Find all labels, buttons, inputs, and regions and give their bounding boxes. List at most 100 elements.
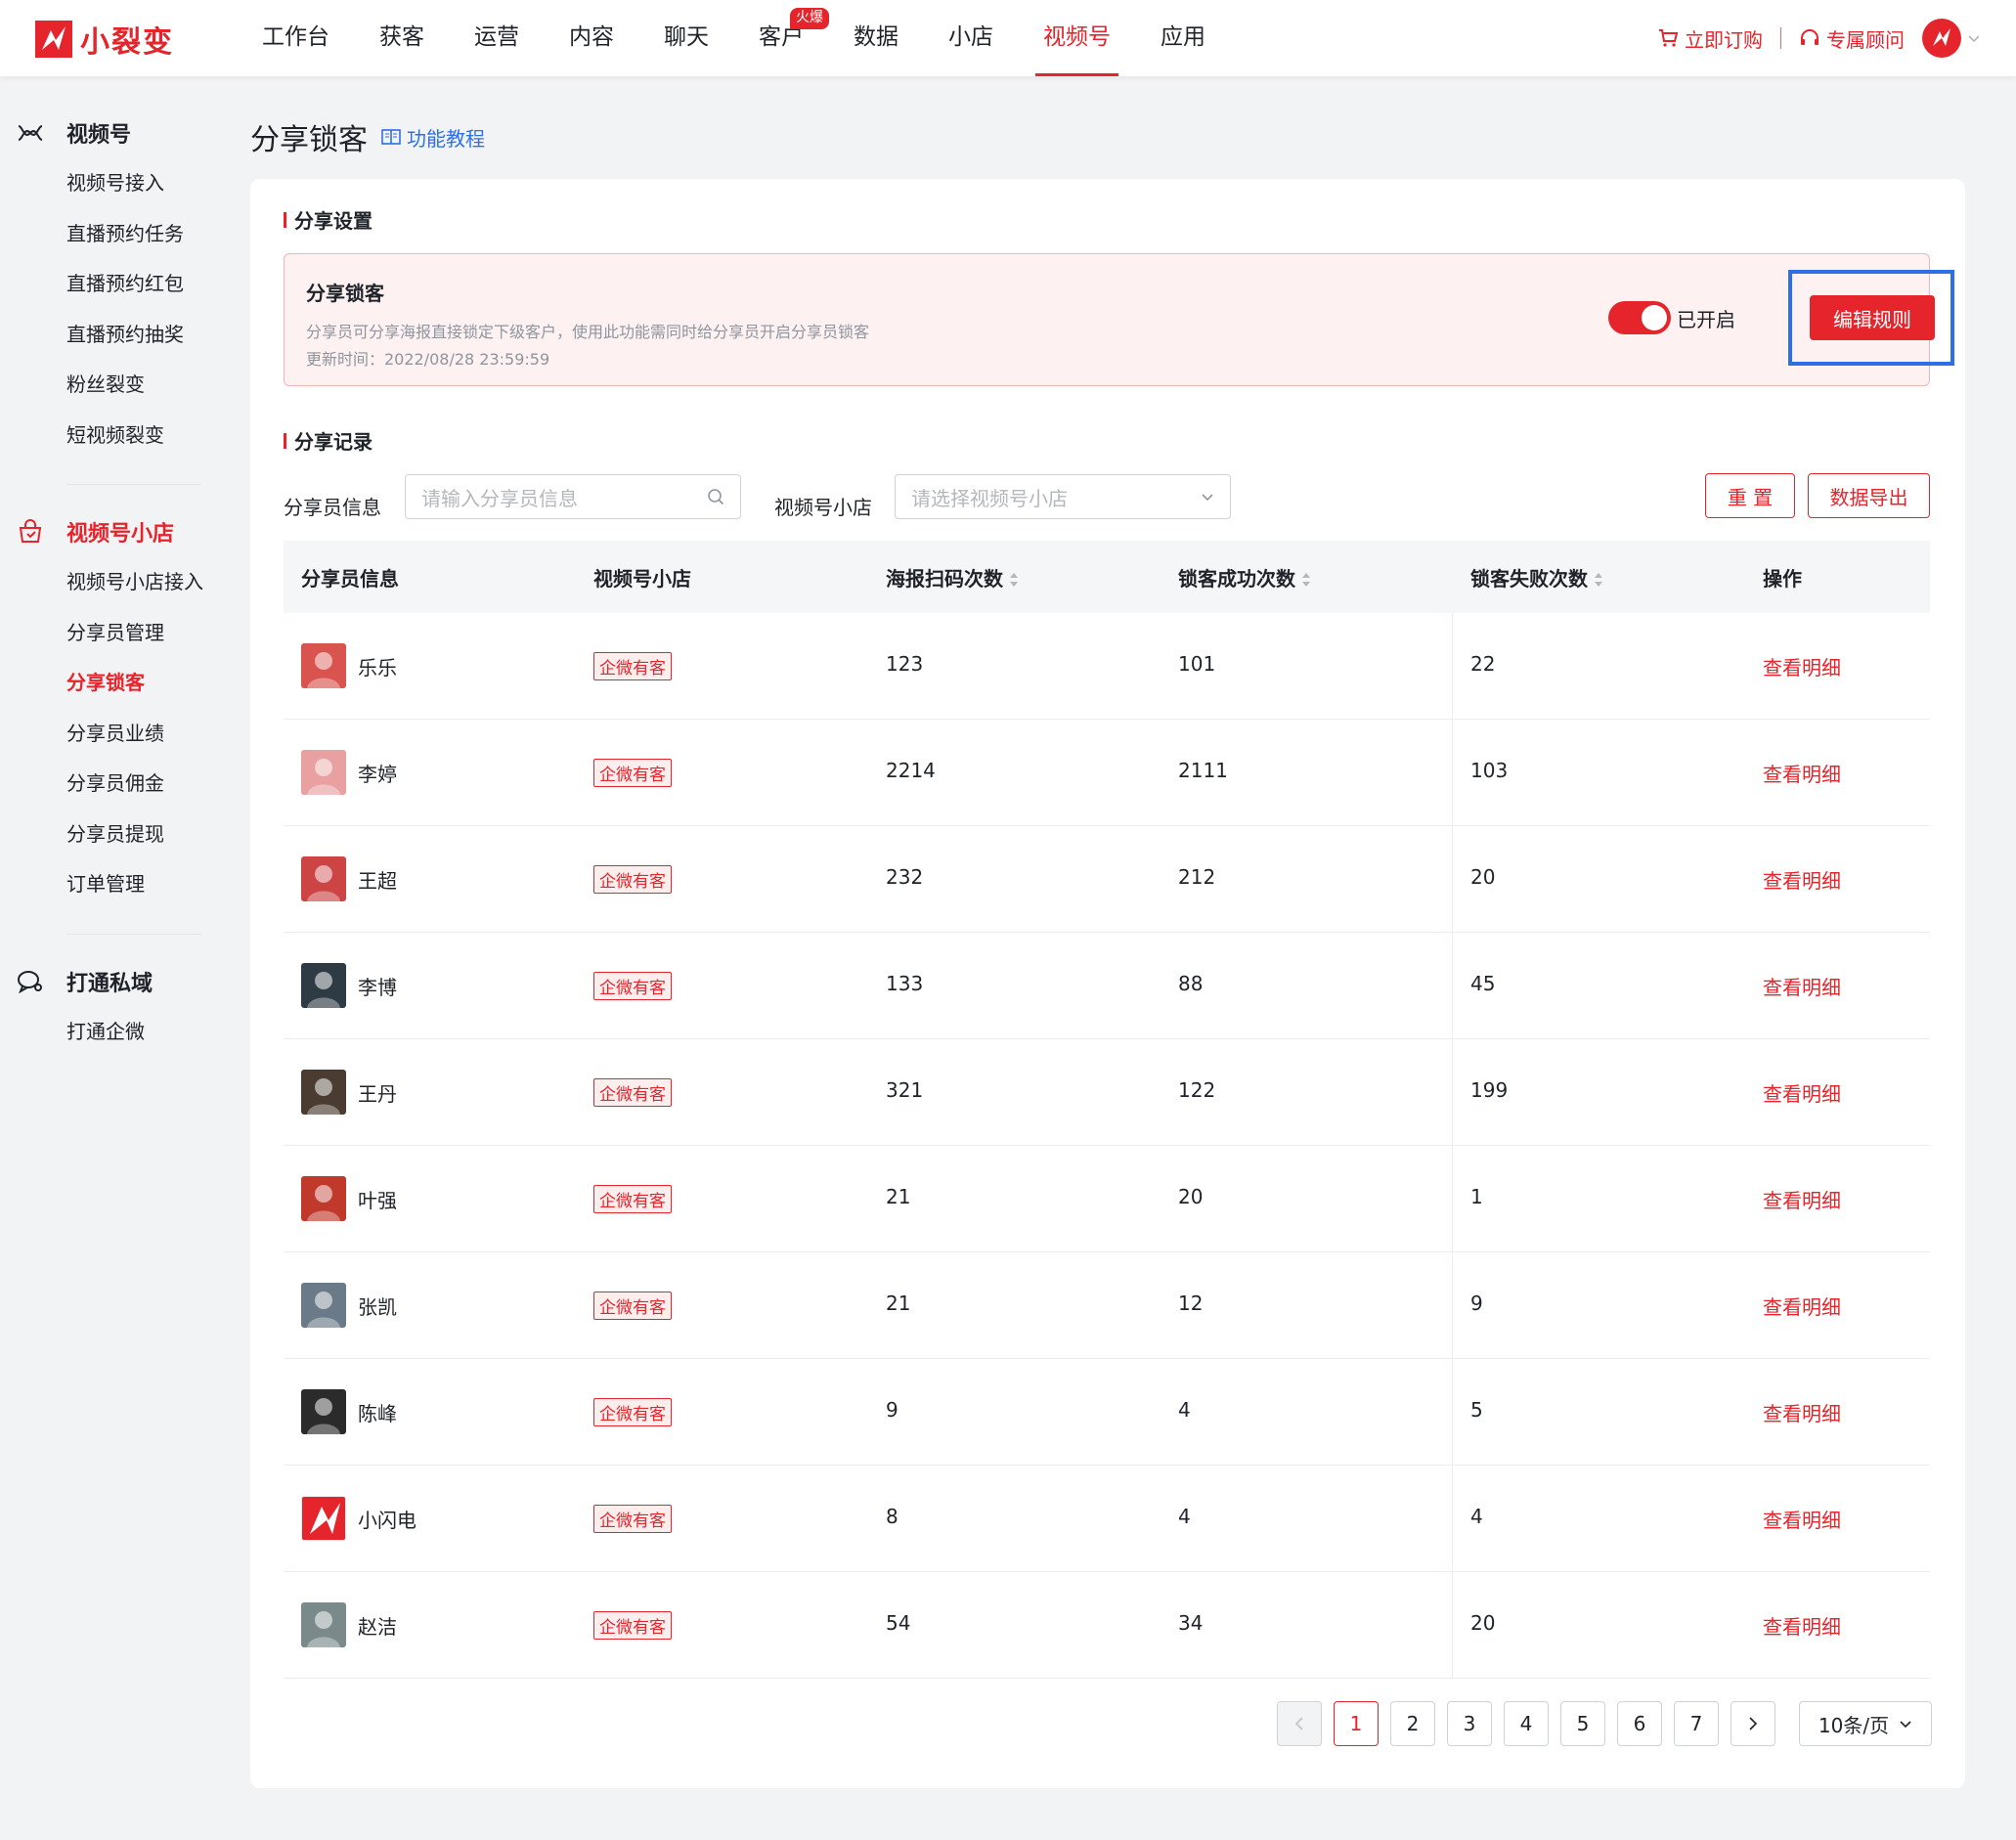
success-count: 2111 xyxy=(1178,759,1228,782)
sidebar-group-header[interactable]: 视频号 xyxy=(0,108,225,158)
sidebar-item[interactable]: 打通企微 xyxy=(0,1007,225,1058)
consultant-label: 专属顾问 xyxy=(1826,27,1905,52)
view-detail-link[interactable]: 查看明细 xyxy=(1763,1292,1841,1320)
user-menu[interactable] xyxy=(1922,19,1981,58)
buy-now-link[interactable]: 立即订购 xyxy=(1657,24,1763,53)
col-fail[interactable]: 锁客失败次数 xyxy=(1470,563,1603,591)
table-row: 李博 企微有客 133 88 45 查看明细 xyxy=(284,933,1930,1039)
export-button[interactable]: 数据导出 xyxy=(1808,473,1930,518)
sharer-name: 王超 xyxy=(358,868,397,893)
share-lock-updated-time: 更新时间：2022/08/28 23:59:59 xyxy=(306,350,550,369)
sidebar-group-header[interactable]: 视频号小店 xyxy=(0,506,225,557)
view-detail-link[interactable]: 查看明细 xyxy=(1763,1398,1841,1426)
sidebar-item[interactable]: 分享员佣金 xyxy=(0,759,225,810)
sort-icon[interactable] xyxy=(1301,572,1311,588)
sidebar-item[interactable]: 订单管理 xyxy=(0,859,225,910)
sidebar-item[interactable]: 分享锁客 xyxy=(0,658,225,709)
page-button[interactable]: 1 xyxy=(1334,1701,1379,1746)
view-detail-link[interactable]: 查看明细 xyxy=(1763,1078,1841,1107)
prev-page-button[interactable] xyxy=(1277,1701,1322,1746)
sidebar-item[interactable]: 直播预约抽奖 xyxy=(0,310,225,361)
pagination: 1 2 3 4 5 6 7 10条/页 xyxy=(1277,1701,1932,1746)
col-success[interactable]: 锁客成功次数 xyxy=(1178,563,1311,591)
col-action-label: 操作 xyxy=(1763,566,1802,591)
shop-select[interactable]: 请选择视频号小店 xyxy=(895,474,1231,519)
nav-item-8[interactable]: 视频号 xyxy=(1026,0,1128,76)
view-detail-link[interactable]: 查看明细 xyxy=(1763,652,1841,680)
sidebar-group-title: 视频号 xyxy=(66,123,132,148)
success-count: 88 xyxy=(1178,972,1204,995)
action-col-divider xyxy=(1452,1039,1453,1145)
page-button[interactable]: 7 xyxy=(1674,1701,1719,1746)
col-scans[interactable]: 海报扫码次数 xyxy=(886,563,1019,591)
sharer-cell: 张凯 xyxy=(301,1283,397,1328)
nav-item-0[interactable]: 工作台 xyxy=(244,0,347,76)
sidebar-item[interactable]: 分享员提现 xyxy=(0,810,225,860)
fail-count: 1 xyxy=(1470,1185,1483,1208)
table-row: 叶强 企微有客 21 20 1 查看明细 xyxy=(284,1146,1930,1252)
view-detail-link[interactable]: 查看明细 xyxy=(1763,1611,1841,1640)
sort-icon[interactable] xyxy=(1009,572,1019,588)
sidebar-item[interactable]: 直播预约任务 xyxy=(0,209,225,260)
sharer-search-input[interactable]: 请输入分享员信息 xyxy=(405,474,741,519)
share-lock-description: 分享员可分享海报直接锁定下级客户，使用此功能需同时给分享员开启分享员锁客 xyxy=(306,323,870,341)
shop-tag: 企微有客 xyxy=(593,759,672,787)
page-button[interactable]: 6 xyxy=(1617,1701,1662,1746)
nav-item-1[interactable]: 获客 xyxy=(362,0,442,76)
action-col-divider xyxy=(1452,1252,1453,1358)
page-button[interactable]: 2 xyxy=(1390,1701,1435,1746)
view-detail-link[interactable]: 查看明细 xyxy=(1763,1505,1841,1533)
avatar xyxy=(301,963,346,1008)
sidebar-item[interactable]: 视频号接入 xyxy=(0,158,225,209)
nav-item-3[interactable]: 内容 xyxy=(551,0,632,76)
nav-item-label: 小店 xyxy=(948,24,993,50)
nav-item-9[interactable]: 应用 xyxy=(1143,0,1223,76)
nav-item-4[interactable]: 聊天 xyxy=(646,0,726,76)
cart-icon xyxy=(1659,29,1679,47)
view-detail-link[interactable]: 查看明细 xyxy=(1763,972,1841,1000)
sidebar-group-title: 打通私域 xyxy=(66,971,153,996)
sidebar-group-header[interactable]: 打通私域 xyxy=(0,956,225,1007)
page-size-select[interactable]: 10条/页 xyxy=(1799,1701,1932,1746)
avatar xyxy=(301,1070,346,1115)
page-button[interactable]: 3 xyxy=(1447,1701,1492,1746)
sort-icon[interactable] xyxy=(1594,572,1603,588)
view-detail-link[interactable]: 查看明细 xyxy=(1763,1185,1841,1213)
sidebar-item[interactable]: 短视频裂变 xyxy=(0,411,225,461)
settings-section-title: 分享设置 xyxy=(284,205,373,234)
sidebar-item[interactable]: 直播预约红包 xyxy=(0,259,225,310)
sharer-cell: 王丹 xyxy=(301,1070,397,1115)
share-lock-toggle[interactable] xyxy=(1608,301,1671,334)
page-button[interactable]: 5 xyxy=(1560,1701,1605,1746)
reset-button[interactable]: 重 置 xyxy=(1705,473,1795,518)
sidebar-item[interactable]: 粉丝裂变 xyxy=(0,360,225,411)
consultant-link[interactable]: 专属顾问 xyxy=(1799,24,1905,53)
edit-rules-button[interactable]: 编辑规则 xyxy=(1810,295,1935,340)
view-detail-link[interactable]: 查看明细 xyxy=(1763,759,1841,787)
page-button[interactable]: 4 xyxy=(1504,1701,1549,1746)
nav-item-5[interactable]: 客户 火爆 xyxy=(741,0,829,76)
nav-item-2[interactable]: 运营 xyxy=(457,0,537,76)
success-count: 122 xyxy=(1178,1078,1216,1102)
tutorial-link[interactable]: 功能教程 xyxy=(381,123,485,152)
col-shop: 视频号小店 xyxy=(593,563,691,591)
nav-item-6[interactable]: 数据 xyxy=(836,0,916,76)
sidebar-item[interactable]: 分享员管理 xyxy=(0,608,225,659)
scan-count: 2214 xyxy=(886,759,936,782)
share-records-table: 分享员信息 视频号小店 海报扫码次数 锁客成功次数 锁客失败次数 操作 乐乐 企微… xyxy=(284,541,1930,1679)
success-count: 20 xyxy=(1178,1185,1204,1208)
col-action: 操作 xyxy=(1763,563,1802,591)
avatar xyxy=(301,1283,346,1328)
col-fail-label: 锁客失败次数 xyxy=(1470,566,1588,591)
view-detail-link[interactable]: 查看明细 xyxy=(1763,865,1841,894)
sidebar-item[interactable]: 视频号小店接入 xyxy=(0,557,225,608)
fail-count: 103 xyxy=(1470,759,1509,782)
next-page-button[interactable] xyxy=(1731,1701,1775,1746)
sidebar-item[interactable]: 分享员业绩 xyxy=(0,709,225,760)
nav-item-7[interactable]: 小店 xyxy=(931,0,1011,76)
shop-tag: 企微有客 xyxy=(593,1185,672,1213)
section-accent-bar xyxy=(284,432,286,449)
brand-logo[interactable]: 小裂变 xyxy=(35,18,174,61)
shop-tag: 企微有客 xyxy=(593,1611,672,1640)
lightning-avatar-icon xyxy=(1933,28,1950,46)
